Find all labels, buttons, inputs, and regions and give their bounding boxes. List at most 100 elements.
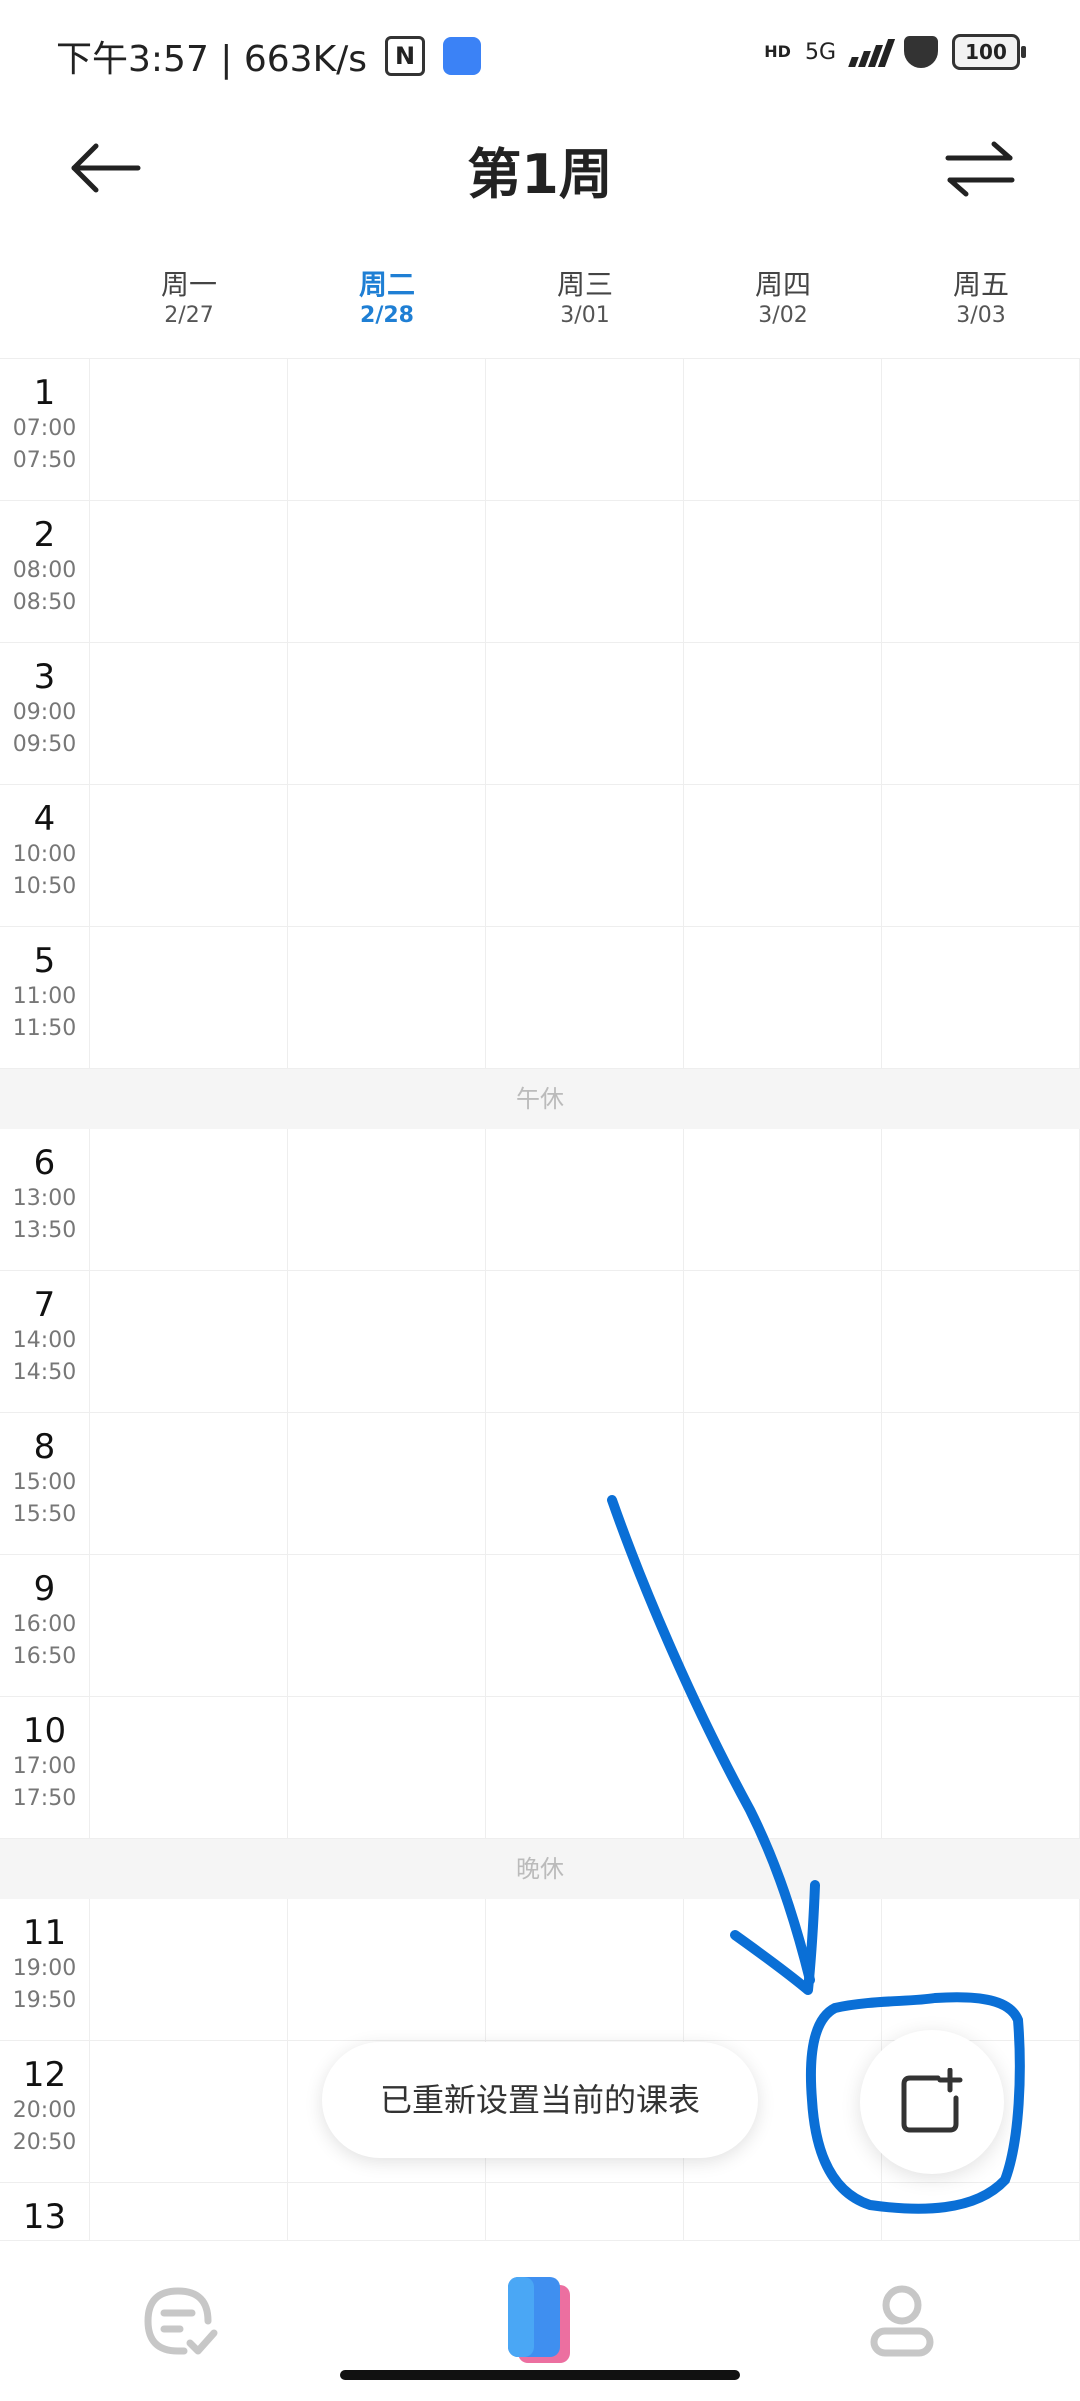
timetable-cell[interactable] — [882, 1697, 1080, 1838]
period-row: 2 08:00 08:50 — [0, 501, 1080, 643]
timetable-cell[interactable] — [90, 1271, 288, 1412]
timetable-cell[interactable] — [486, 1899, 684, 2040]
period-number: 3 — [33, 657, 56, 697]
timetable-cell[interactable] — [684, 927, 882, 1068]
add-course-button[interactable] — [860, 2030, 1004, 2174]
timetable-cell[interactable] — [684, 1413, 882, 1554]
timetable-cell[interactable] — [684, 1697, 882, 1838]
nav-profile[interactable] — [842, 2261, 962, 2381]
period-label: 2 08:00 08:50 — [0, 501, 90, 642]
timetable-cell[interactable] — [288, 1555, 486, 1696]
switch-week-button[interactable] — [940, 128, 1020, 208]
timetable-cell[interactable] — [882, 643, 1080, 784]
timetable-cell[interactable] — [486, 643, 684, 784]
nav-schedule[interactable] — [480, 2261, 600, 2381]
period-label: 11 19:00 19:50 — [0, 1899, 90, 2040]
timetable-cell[interactable] — [288, 1413, 486, 1554]
period-number: 10 — [22, 1711, 67, 1751]
timetable-cell[interactable] — [90, 643, 288, 784]
day-date: 2/28 — [360, 303, 414, 328]
timetable-cell[interactable] — [486, 1555, 684, 1696]
timetable-cell[interactable] — [882, 1555, 1080, 1696]
timetable-cell[interactable] — [288, 1899, 486, 2040]
period-row: 8 15:00 15:50 — [0, 1413, 1080, 1555]
period-start-time: 07:00 — [12, 416, 77, 441]
period-end-time: 14:50 — [12, 1360, 77, 1385]
period-start-time: 17:00 — [12, 1754, 77, 1779]
period-start-time: 09:00 — [12, 700, 77, 725]
period-number: 7 — [33, 1285, 56, 1325]
period-row: 5 11:00 11:50 — [0, 927, 1080, 1069]
timetable-cell[interactable] — [882, 1413, 1080, 1554]
timetable-cell[interactable] — [90, 1129, 288, 1270]
break-row: 晚休 — [0, 1839, 1080, 1899]
timetable-cell[interactable] — [882, 927, 1080, 1068]
signal-icon — [848, 37, 896, 67]
timetable-cell[interactable] — [486, 927, 684, 1068]
timetable-cell[interactable] — [288, 359, 486, 500]
timetable-cell[interactable] — [90, 785, 288, 926]
period-label: 10 17:00 17:50 — [0, 1697, 90, 1838]
schedule-icon — [508, 2277, 570, 2363]
day-date: 3/02 — [758, 303, 808, 328]
app-notification-icon — [443, 37, 482, 75]
timetable-cell[interactable] — [882, 1129, 1080, 1270]
period-start-time: 16:00 — [12, 1612, 77, 1637]
day-column-header: 周三 3/01 — [486, 268, 684, 360]
timetable-cell[interactable] — [684, 1271, 882, 1412]
timetable-cell[interactable] — [486, 501, 684, 642]
timetable-cell[interactable] — [90, 501, 288, 642]
timetable-cell[interactable] — [684, 1555, 882, 1696]
timetable-cell[interactable] — [486, 1129, 684, 1270]
timetable-cell[interactable] — [684, 1899, 882, 2040]
vpn-shield-icon — [904, 36, 938, 68]
timetable-cell[interactable] — [90, 927, 288, 1068]
period-start-time: 08:00 — [12, 558, 77, 583]
timetable-cell[interactable] — [684, 785, 882, 926]
timetable-cell[interactable] — [90, 1697, 288, 1838]
timetable-cell[interactable] — [90, 1555, 288, 1696]
day-column-header: 周四 3/02 — [684, 268, 882, 360]
timetable-cell[interactable] — [882, 1899, 1080, 2040]
timetable-cell[interactable] — [288, 1129, 486, 1270]
timetable-cell[interactable] — [882, 1271, 1080, 1412]
timetable-cell[interactable] — [684, 643, 882, 784]
timetable-cell[interactable] — [90, 1413, 288, 1554]
timetable-cell[interactable] — [486, 1413, 684, 1554]
timetable-cell[interactable] — [288, 643, 486, 784]
timetable-cell[interactable] — [288, 1271, 486, 1412]
timetable-grid: 1 07:00 07:50 2 08:00 08:50 3 09:00 09:50 4 10:00 1… — [0, 358, 1080, 2325]
period-number: 6 — [33, 1143, 56, 1183]
timetable-cell[interactable] — [882, 359, 1080, 500]
timetable-cell[interactable] — [486, 1271, 684, 1412]
timetable-cell[interactable] — [90, 359, 288, 500]
timetable-cell[interactable] — [288, 501, 486, 642]
day-name: 周一 — [160, 268, 217, 301]
day-header-corner — [0, 268, 90, 360]
day-date: 2/27 — [164, 303, 214, 328]
timetable-cell[interactable] — [684, 359, 882, 500]
timetable-cell[interactable] — [486, 359, 684, 500]
timetable-cell[interactable] — [288, 1697, 486, 1838]
nav-tasks[interactable] — [118, 2261, 238, 2381]
timetable-cell[interactable] — [684, 1129, 882, 1270]
day-date: 3/01 — [560, 303, 610, 328]
day-column-header: 周五 3/03 — [882, 268, 1080, 360]
period-row: 1 07:00 07:50 — [0, 359, 1080, 501]
timetable-cell[interactable] — [882, 785, 1080, 926]
timetable-cell[interactable] — [882, 501, 1080, 642]
day-name: 周四 — [754, 268, 811, 301]
add-course-icon — [901, 2068, 963, 2133]
status-time-speed: 下午3:57 | 663K/s — [56, 39, 368, 80]
timetable-cell[interactable] — [684, 501, 882, 642]
timetable-cell[interactable] — [288, 927, 486, 1068]
period-number: 11 — [22, 1913, 67, 1953]
timetable-cell[interactable] — [486, 1697, 684, 1838]
timetable-cell[interactable] — [90, 2041, 288, 2182]
day-name: 周五 — [952, 268, 1009, 301]
timetable-cell[interactable] — [486, 785, 684, 926]
timetable-cell[interactable] — [90, 1899, 288, 2040]
period-row: 3 09:00 09:50 — [0, 643, 1080, 785]
timetable-cell[interactable] — [288, 785, 486, 926]
period-end-time: 10:50 — [12, 874, 77, 899]
